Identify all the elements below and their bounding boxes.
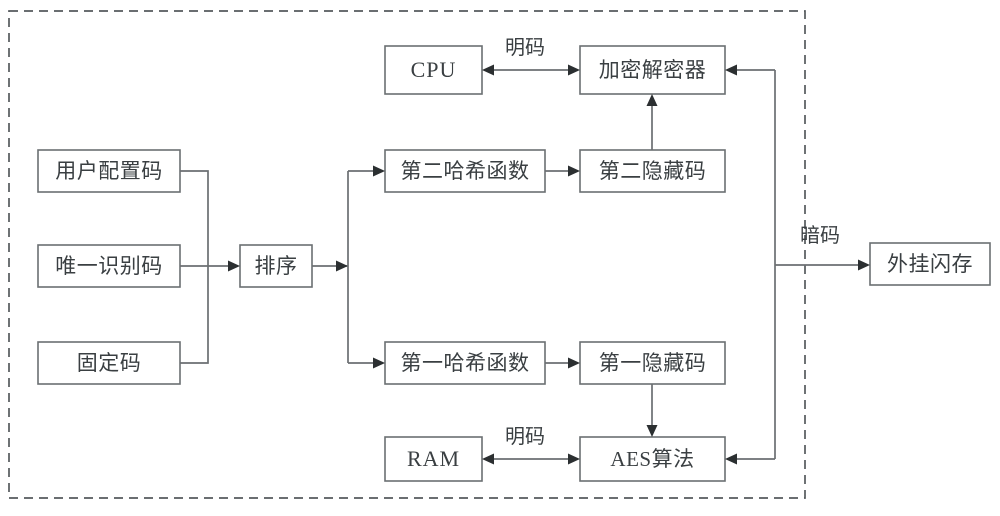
diagram-canvas: 用户配置码 唯一识别码 固定码 排序 第二哈希函数 第一哈希函数 第二隐藏码 第… bbox=[0, 0, 1000, 516]
arrowhead-aes-right-in bbox=[725, 453, 737, 465]
arrowhead-to-encryptor-left bbox=[568, 64, 580, 76]
arrowhead-encryptor-bottom-in bbox=[646, 94, 658, 106]
arrowhead-first-hidden-in bbox=[568, 357, 580, 369]
arrowhead-external-flash-in bbox=[858, 259, 870, 271]
arrowhead-encryptor-right-in bbox=[725, 64, 737, 76]
hotspot-sort[interactable] bbox=[240, 245, 312, 287]
hotspot-second-hidden-code[interactable] bbox=[580, 150, 725, 192]
hotspot-external-flash[interactable] bbox=[870, 243, 990, 285]
hotspot-user-config-code[interactable] bbox=[38, 150, 180, 192]
arrowhead-aes-top-in bbox=[646, 425, 658, 437]
hotspot-second-hash[interactable] bbox=[385, 150, 545, 192]
hotspot-aes-algorithm[interactable] bbox=[580, 437, 725, 481]
hotspot-cpu[interactable] bbox=[385, 46, 482, 94]
hotspot-first-hidden-code[interactable] bbox=[580, 342, 725, 384]
hotspot-unique-id-code[interactable] bbox=[38, 245, 180, 287]
arrowhead-to-first-hash bbox=[373, 357, 385, 369]
arrowhead-to-cpu bbox=[482, 64, 494, 76]
hotspot-ram[interactable] bbox=[385, 437, 482, 481]
hotspot-encryptor-decryptor[interactable] bbox=[580, 46, 725, 94]
hotspot-first-hash[interactable] bbox=[385, 342, 545, 384]
edge-fixed-code-to-bus bbox=[180, 266, 209, 364]
arrowhead-second-hidden-in bbox=[568, 165, 580, 177]
edge-user-config-to-bus bbox=[180, 170, 209, 266]
hotspot-fixed-code[interactable] bbox=[38, 342, 180, 384]
arrowhead-to-second-hash bbox=[373, 165, 385, 177]
arrowhead-bus-to-sort bbox=[228, 260, 240, 272]
arrowhead-to-aes-left bbox=[568, 453, 580, 465]
arrowhead-sort-out bbox=[336, 260, 348, 272]
arrowhead-to-ram bbox=[482, 453, 494, 465]
